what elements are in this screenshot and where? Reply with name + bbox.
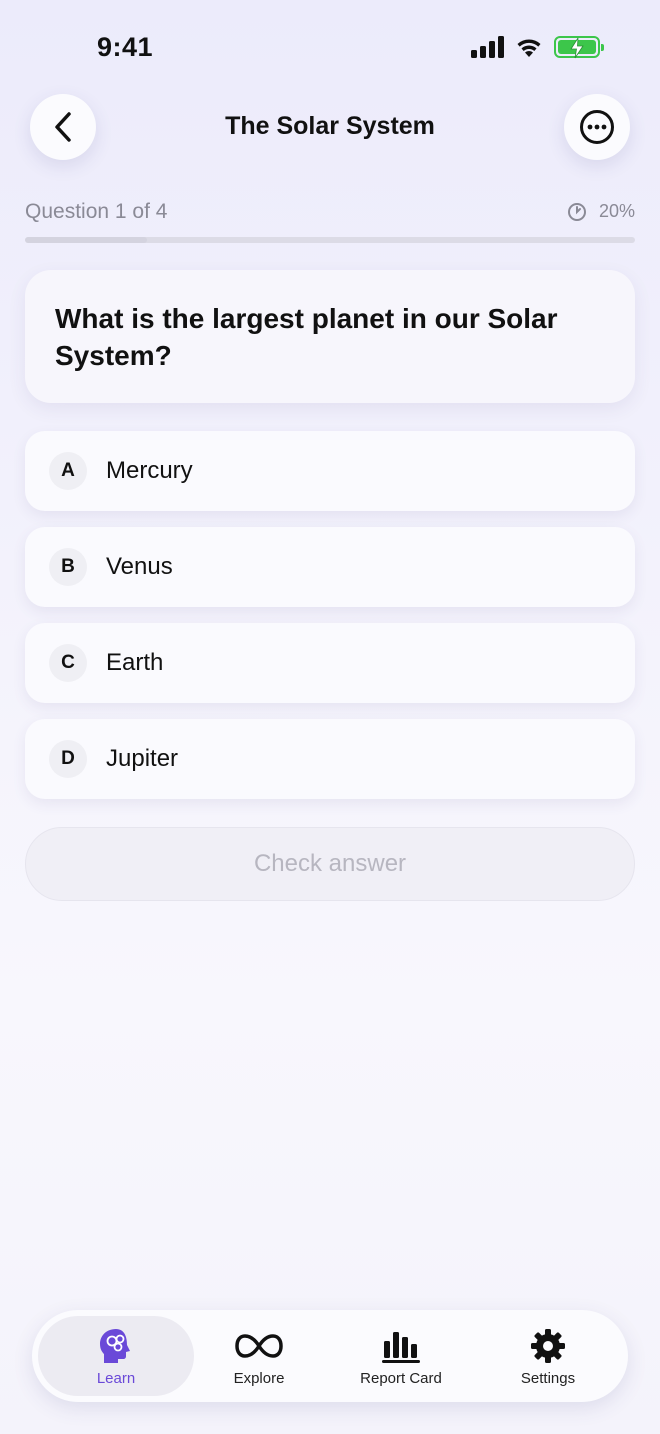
question-text: What is the largest planet in our Solar … [55, 303, 558, 371]
tab-label: Report Card [360, 1369, 442, 1387]
progress-bar [25, 237, 635, 243]
question-card: What is the largest planet in our Solar … [25, 270, 635, 403]
gear-icon [531, 1328, 565, 1363]
answer-option-a[interactable]: A Mercury [25, 431, 635, 511]
progress-percent: 20% [567, 201, 635, 222]
tab-learn[interactable]: Learn [38, 1316, 194, 1396]
tab-label: Explore [233, 1369, 285, 1387]
option-letter: B [49, 548, 87, 586]
option-letter: C [49, 644, 87, 682]
tab-label: Settings [520, 1369, 576, 1387]
tab-settings[interactable]: Settings [478, 1316, 618, 1396]
answer-option-b[interactable]: B Venus [25, 527, 635, 607]
brain-head-icon [100, 1328, 130, 1363]
option-text: Venus [106, 553, 173, 580]
option-text: Earth [106, 649, 164, 676]
cellular-signal-icon [471, 36, 504, 58]
infinity-icon [235, 1333, 283, 1358]
tab-bar: Learn Explore Report Card Settings [32, 1310, 628, 1402]
status-time: 9:41 [97, 32, 154, 62]
timer-icon [567, 202, 586, 221]
ellipsis-circle-icon [580, 110, 614, 144]
option-letter: D [49, 740, 87, 778]
progress-bar-fill [25, 237, 147, 243]
bar-chart-icon [382, 1331, 420, 1363]
option-text: Jupiter [106, 745, 179, 772]
tab-report-card[interactable]: Report Card [324, 1316, 478, 1396]
more-options-button[interactable] [564, 94, 630, 160]
tab-label: Learn [96, 1369, 136, 1387]
progress-percent-label: 20% [598, 201, 635, 221]
wifi-icon [517, 39, 541, 57]
answer-option-c[interactable]: C Earth [25, 623, 635, 703]
battery-charging-icon [554, 36, 604, 59]
answer-options: A Mercury B Venus C Earth D Jupiter [25, 431, 635, 815]
option-letter: A [49, 452, 87, 490]
answer-option-d[interactable]: D Jupiter [25, 719, 635, 799]
option-text: Mercury [106, 457, 193, 484]
check-answer-button[interactable]: Check answer [25, 827, 635, 901]
status-icons [471, 36, 604, 59]
question-counter: Question 1 of 4 [25, 200, 168, 223]
status-bar: 9:41 [0, 0, 660, 90]
page-title: The Solar System [225, 112, 435, 140]
tab-explore[interactable]: Explore [194, 1316, 324, 1396]
